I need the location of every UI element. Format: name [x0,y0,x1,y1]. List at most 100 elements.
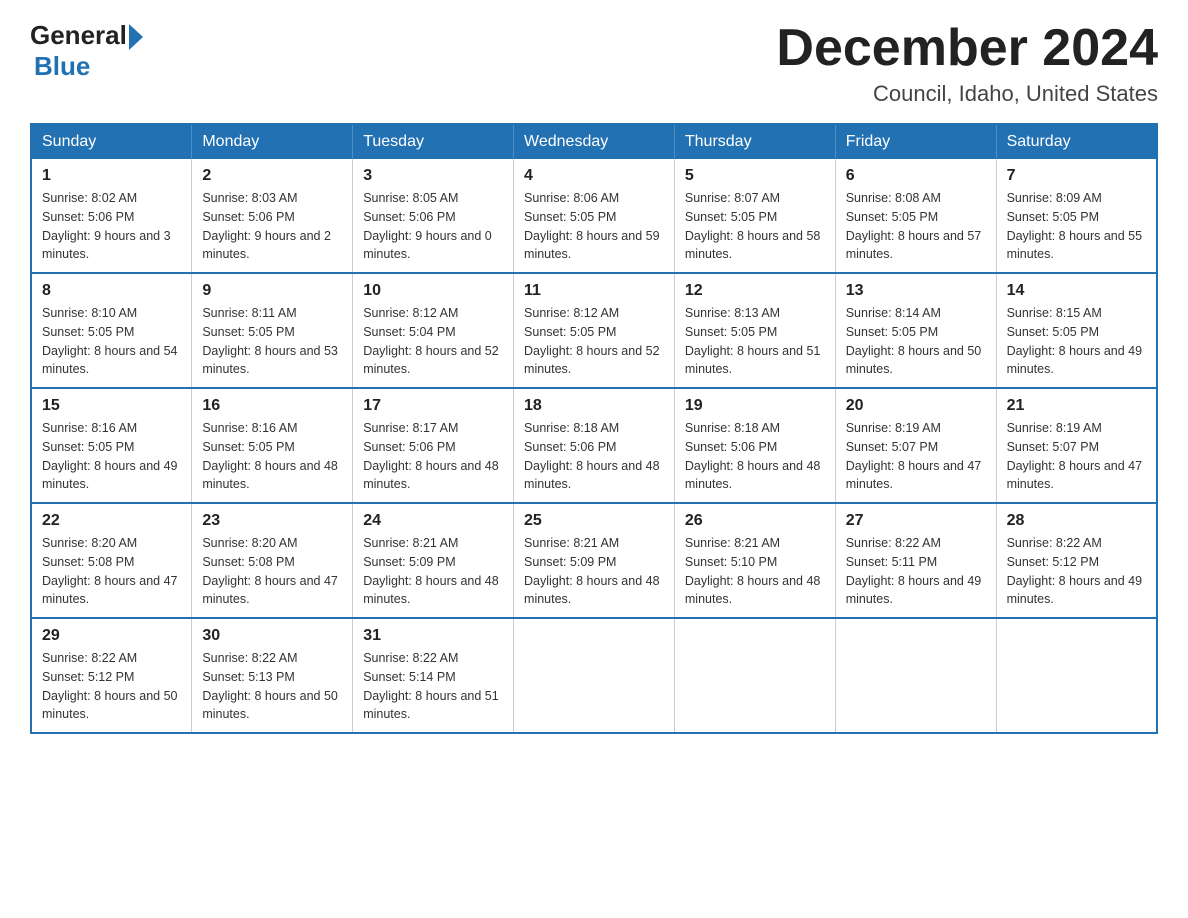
day-number: 2 [202,167,342,185]
sunset-text: Sunset: 5:05 PM [685,208,825,227]
day-number: 12 [685,282,825,300]
day-number: 23 [202,512,342,530]
location-subtitle: Council, Idaho, United States [776,81,1158,107]
calendar-cell: 14Sunrise: 8:15 AMSunset: 5:05 PMDayligh… [996,273,1157,388]
daylight-text: Daylight: 8 hours and 48 minutes. [363,572,503,610]
sunset-text: Sunset: 5:06 PM [363,208,503,227]
weekday-header-monday: Monday [192,124,353,159]
logo-arrow-icon [129,24,143,50]
day-info: Sunrise: 8:17 AMSunset: 5:06 PMDaylight:… [363,419,503,494]
day-number: 20 [846,397,986,415]
calendar-cell: 23 Sunrise: 8:20 AMSunset: 5:08 PMDayligh… [192,503,353,618]
day-number: 30 [202,627,342,645]
sunset-text: Sunset: 5:06 PM [524,438,664,457]
calendar-cell: 16Sunrise: 8:16 AMSunset: 5:05 PMDayligh… [192,388,353,503]
sunrise-text: Sunrise: 8:18 AM [685,419,825,438]
day-number: 10 [363,282,503,300]
calendar-cell: 2 Sunrise: 8:03 AMSunset: 5:06 PMDaylight… [192,159,353,273]
daylight-text: Daylight: 8 hours and 49 minutes. [1007,572,1146,610]
calendar-cell: 4Sunrise: 8:06 AMSunset: 5:05 PMDaylight… [514,159,675,273]
calendar-cell: 12Sunrise: 8:13 AMSunset: 5:05 PMDayligh… [674,273,835,388]
day-info: Sunrise: 8:20 AMSunset: 5:08 PMDaylight:… [42,534,181,609]
daylight-text: Daylight: 8 hours and 53 minutes. [202,342,342,380]
sunrise-text: Sunrise: 8:19 AM [1007,419,1146,438]
calendar-cell [835,618,996,733]
day-number: 28 [1007,512,1146,530]
daylight-text: Daylight: 8 hours and 50 minutes. [846,342,986,380]
day-info: Sunrise: 8:18 AMSunset: 5:06 PMDaylight:… [524,419,664,494]
daylight-text: Daylight: 8 hours and 49 minutes. [846,572,986,610]
sunrise-text: Sunrise: 8:02 AM [42,189,181,208]
daylight-text: Daylight: 8 hours and 48 minutes. [202,457,342,495]
sunset-text: Sunset: 5:11 PM [846,553,986,572]
sunset-text: Sunset: 5:09 PM [363,553,503,572]
day-info: Sunrise: 8:02 AMSunset: 5:06 PMDaylight:… [42,189,181,264]
calendar-cell: 30Sunrise: 8:22 AMSunset: 5:13 PMDayligh… [192,618,353,733]
weekday-header-row: SundayMondayTuesdayWednesdayThursdayFrid… [31,124,1157,159]
calendar-cell: 26Sunrise: 8:21 AMSunset: 5:10 PMDayligh… [674,503,835,618]
day-number: 9 [202,282,342,300]
weekday-header-friday: Friday [835,124,996,159]
day-info: Sunrise: 8:22 AMSunset: 5:12 PMDaylight:… [42,649,181,724]
daylight-text: Daylight: 9 hours and 2 minutes. [202,227,342,265]
daylight-text: Daylight: 8 hours and 50 minutes. [202,687,342,725]
day-number: 4 [524,167,664,185]
calendar-cell [514,618,675,733]
day-number: 13 [846,282,986,300]
daylight-text: Daylight: 8 hours and 47 minutes. [42,572,181,610]
calendar-cell [996,618,1157,733]
sunset-text: Sunset: 5:06 PM [42,208,181,227]
daylight-text: Daylight: 8 hours and 54 minutes. [42,342,181,380]
sunrise-text: Sunrise: 8:14 AM [846,304,986,323]
calendar-cell: 21Sunrise: 8:19 AMSunset: 5:07 PMDayligh… [996,388,1157,503]
day-info: Sunrise: 8:21 AMSunset: 5:09 PMDaylight:… [524,534,664,609]
daylight-text: Daylight: 9 hours and 3 minutes. [42,227,181,265]
calendar-cell [674,618,835,733]
sunset-text: Sunset: 5:07 PM [846,438,986,457]
weekday-header-sunday: Sunday [31,124,192,159]
calendar-cell: 6Sunrise: 8:08 AMSunset: 5:05 PMDaylight… [835,159,996,273]
day-info: Sunrise: 8:21 AMSunset: 5:09 PMDaylight:… [363,534,503,609]
sunset-text: Sunset: 5:05 PM [524,208,664,227]
day-info: Sunrise: 8:19 AMSunset: 5:07 PMDaylight:… [846,419,986,494]
calendar-cell: 8Sunrise: 8:10 AMSunset: 5:05 PMDaylight… [31,273,192,388]
sunrise-text: Sunrise: 8:20 AM [202,534,342,553]
logo: General Blue [30,20,143,82]
title-section: December 2024 Council, Idaho, United Sta… [776,20,1158,107]
calendar-cell: 25Sunrise: 8:21 AMSunset: 5:09 PMDayligh… [514,503,675,618]
sunrise-text: Sunrise: 8:22 AM [1007,534,1146,553]
daylight-text: Daylight: 8 hours and 48 minutes. [524,572,664,610]
calendar-cell: 17Sunrise: 8:17 AMSunset: 5:06 PMDayligh… [353,388,514,503]
sunrise-text: Sunrise: 8:12 AM [524,304,664,323]
day-info: Sunrise: 8:03 AMSunset: 5:06 PMDaylight:… [202,189,342,264]
day-info: Sunrise: 8:11 AMSunset: 5:05 PMDaylight:… [202,304,342,379]
day-number: 27 [846,512,986,530]
day-number: 26 [685,512,825,530]
daylight-text: Daylight: 8 hours and 47 minutes. [202,572,342,610]
sunset-text: Sunset: 5:07 PM [1007,438,1146,457]
logo-blue-text: Blue [34,51,90,82]
sunset-text: Sunset: 5:05 PM [42,438,181,457]
calendar-cell: 31Sunrise: 8:22 AMSunset: 5:14 PMDayligh… [353,618,514,733]
sunset-text: Sunset: 5:05 PM [685,323,825,342]
sunset-text: Sunset: 5:10 PM [685,553,825,572]
sunset-text: Sunset: 5:12 PM [42,668,181,687]
calendar-cell: 1Sunrise: 8:02 AMSunset: 5:06 PMDaylight… [31,159,192,273]
day-info: Sunrise: 8:20 AMSunset: 5:08 PMDaylight:… [202,534,342,609]
day-number: 21 [1007,397,1146,415]
sunrise-text: Sunrise: 8:22 AM [846,534,986,553]
sunset-text: Sunset: 5:05 PM [42,323,181,342]
day-info: Sunrise: 8:12 AMSunset: 5:04 PMDaylight:… [363,304,503,379]
sunset-text: Sunset: 5:05 PM [524,323,664,342]
day-number: 19 [685,397,825,415]
sunrise-text: Sunrise: 8:08 AM [846,189,986,208]
daylight-text: Daylight: 8 hours and 51 minutes. [685,342,825,380]
day-number: 29 [42,627,181,645]
sunrise-text: Sunrise: 8:22 AM [202,649,342,668]
daylight-text: Daylight: 8 hours and 51 minutes. [363,687,503,725]
weekday-header-wednesday: Wednesday [514,124,675,159]
sunset-text: Sunset: 5:06 PM [202,208,342,227]
logo-general-text: General [30,20,127,51]
daylight-text: Daylight: 8 hours and 57 minutes. [846,227,986,265]
day-number: 11 [524,282,664,300]
